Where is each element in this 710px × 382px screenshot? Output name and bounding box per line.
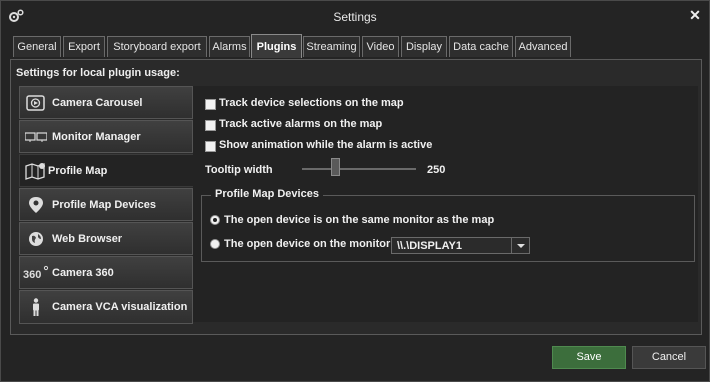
title-bar: Settings ✕ [1,1,709,31]
360-icon: 360 [23,265,49,281]
close-icon[interactable]: ✕ [687,7,703,23]
plugin-item-camera-carousel[interactable]: Camera Carousel [19,86,193,119]
globe-icon [29,232,43,246]
plugin-item-label: Camera Carousel [52,97,143,109]
settings-window: Settings ✕ General Export Storyboard exp… [0,0,710,382]
tab-general[interactable]: General [13,36,61,57]
plugin-item-camera-360[interactable]: 360 Camera 360 [19,256,193,289]
map-icon [25,163,45,180]
plugin-item-label: Web Browser [52,233,123,245]
radio-dot[interactable] [210,239,220,249]
monitor-select[interactable]: \\.\DISPLAY1 [391,237,530,254]
plugin-item-label: Camera 360 [52,267,114,279]
plugin-item-profile-map-devices[interactable]: Profile Map Devices [19,188,193,221]
checkbox-label: Show animation while the alarm is active [219,139,433,151]
tab-video[interactable]: Video [362,36,399,57]
tab-storyboard-export[interactable]: Storyboard export [107,36,207,57]
tooltip-width-label: Tooltip width [205,164,273,176]
chevron-down-icon[interactable] [511,238,529,253]
radio-dot[interactable] [210,215,220,225]
checkbox-label: Track active alarms on the map [219,118,383,130]
radio-label: The open device is on the same monitor a… [224,214,495,226]
window-title: Settings [333,10,377,24]
tab-plugins[interactable]: Plugins [251,34,302,58]
tab-display[interactable]: Display [401,36,447,57]
person-icon [33,298,39,316]
plugin-item-label: Profile Map Devices [52,199,156,211]
tab-streaming[interactable]: Streaming [303,36,360,57]
plugin-item-web-browser[interactable]: Web Browser [19,222,193,255]
group-title: Profile Map Devices [211,188,323,200]
tab-advanced[interactable]: Advanced [515,36,571,57]
plugin-item-label: Monitor Manager [52,131,141,143]
monitor-select-value: \\.\DISPLAY1 [397,240,463,252]
checkbox-box[interactable] [205,99,216,110]
tab-data-cache[interactable]: Data cache [449,36,513,57]
tooltip-width-slider-track[interactable] [302,168,416,170]
plugin-settings-content: Track device selections on the map Track… [193,86,698,322]
checkbox-label: Track device selections on the map [219,97,404,109]
panel-header: Settings for local plugin usage: [16,67,180,79]
plugins-panel: Settings for local plugin usage: Camera … [10,59,702,335]
monitors-icon [25,132,47,142]
checkbox-box[interactable] [205,120,216,131]
plugin-item-profile-map[interactable]: Profile Map [19,154,193,187]
tab-alarms[interactable]: Alarms [209,36,250,57]
save-button[interactable]: Save [552,346,626,369]
map-pin-icon [29,197,43,213]
tab-export[interactable]: Export [63,36,105,57]
plugin-item-monitor-manager[interactable]: Monitor Manager [19,120,193,153]
plugin-item-label: Camera VCA visualization [52,301,188,313]
checkbox-box[interactable] [205,141,216,152]
cancel-button[interactable]: Cancel [632,346,706,369]
carousel-icon [26,95,45,111]
radio-label: The open device on the monitor [224,238,391,250]
plugin-item-camera-vca[interactable]: Camera VCA visualization [19,290,193,324]
tooltip-width-value: 250 [427,164,446,176]
profile-map-devices-group: Profile Map Devices The open device is o… [201,188,695,262]
svg-text:360: 360 [23,269,41,281]
plugin-item-label: Profile Map [48,165,108,177]
tooltip-width-slider-thumb[interactable] [331,158,340,176]
